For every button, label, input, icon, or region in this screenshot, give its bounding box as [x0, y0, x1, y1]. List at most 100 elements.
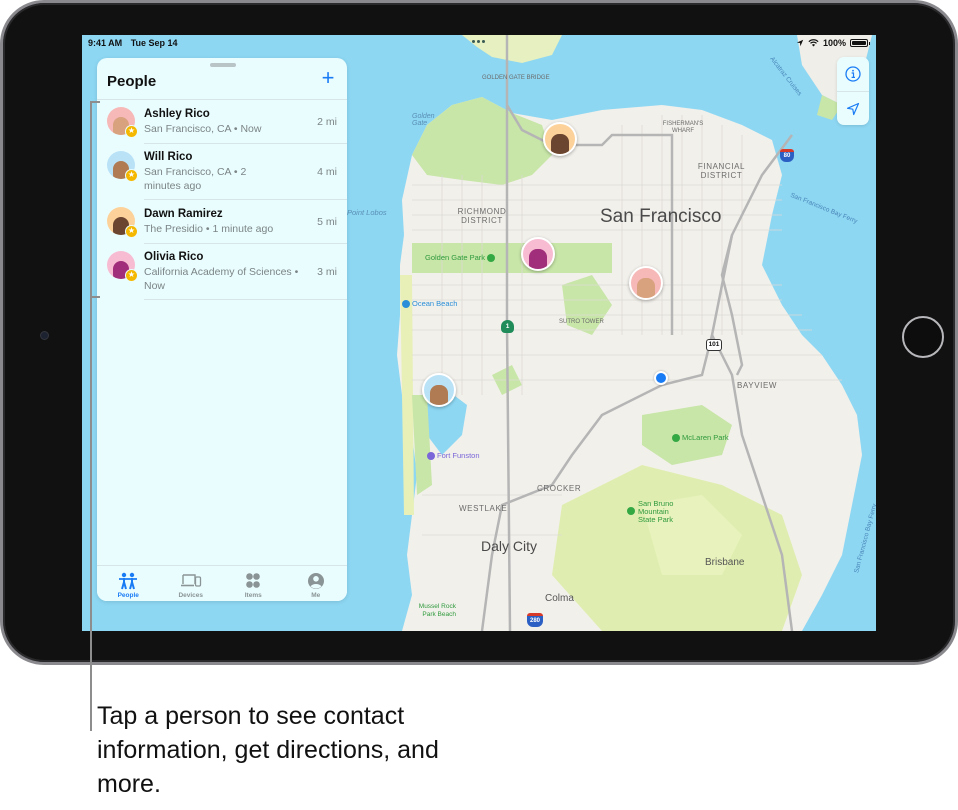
i80-shield: 80 [780, 149, 794, 162]
person-location: San Francisco, CA • Now [144, 123, 262, 135]
fort-funston-text: Fort Funston [437, 451, 480, 460]
person-row-dawn-ramirez[interactable]: ★ Dawn Ramirez The Presidio • 1 minute a… [97, 200, 347, 244]
tab-label: Devices [178, 592, 204, 599]
map-label-richmond-district: RICHMOND DISTRICT [457, 207, 507, 225]
map-label-fort-funston: Fort Funston [427, 451, 480, 461]
favorite-star-icon: ★ [125, 125, 138, 138]
person-name: Will Rico [144, 151, 193, 163]
callout-text: Tap a person to see contact information,… [97, 702, 439, 798]
map-label-golden-gate-bridge: GOLDEN GATE BRIDGE [482, 75, 550, 81]
status-time: 9:41 AM [88, 38, 123, 48]
callout-bracket-bottom [90, 296, 100, 298]
map-pin-will-rico[interactable] [422, 373, 456, 407]
person-location: California Academy of Sciences • Now [144, 266, 299, 292]
tab-label: People [117, 592, 139, 599]
map-label-brisbane: Brisbane [705, 557, 745, 568]
tab-items[interactable]: Items [222, 566, 285, 601]
person-distance: 2 mi [317, 115, 337, 128]
i280-shield: 280 [527, 613, 543, 627]
person-name: Ashley Rico [144, 108, 210, 120]
map-label-mclaren-park: McLaren Park [672, 433, 729, 443]
memoji-avatar [529, 249, 547, 269]
plus-icon: + [321, 65, 335, 90]
favorite-star-icon: ★ [125, 269, 138, 282]
location-arrow-icon [796, 39, 804, 47]
person-row-will-rico[interactable]: ★ Will Rico San Francisco, CA • 2 minute… [97, 144, 347, 200]
mclaren-park-text: McLaren Park [682, 433, 729, 442]
map-label-daly-city: Daly City [481, 538, 538, 554]
panel-grabber[interactable] [210, 63, 236, 67]
person-location: The Presidio • 1 minute ago [144, 223, 274, 235]
devices-icon [180, 574, 201, 587]
tab-people[interactable]: People [97, 566, 160, 601]
person-location: San Francisco, CA • 2 minutes ago [144, 166, 247, 192]
tab-bar: People Devices Items Me [97, 565, 347, 601]
star-poi-icon [427, 452, 435, 461]
map-label-bayview: BAYVIEW [737, 381, 778, 390]
status-bar: 9:41 AM Tue Sep 14 100% [82, 35, 876, 51]
person-name: Olivia Rico [144, 251, 204, 263]
map-label-golden-gate-park: Golden Gate Park [425, 253, 496, 263]
memoji-avatar [637, 278, 655, 298]
map-label-golden-gate: Golden Gate [412, 113, 435, 127]
person-row-ashley-rico[interactable]: ★ Ashley Rico San Francisco, CA • Now 2 … [97, 100, 347, 144]
map-label-san-francisco: San Francisco [600, 206, 722, 227]
memoji-avatar [430, 385, 448, 405]
person-distance: 5 mi [317, 215, 337, 228]
map-label-financial-district: FINANCIAL DISTRICT [697, 162, 746, 180]
tab-label: Me [311, 592, 321, 599]
tab-devices[interactable]: Devices [160, 566, 223, 601]
map-label-san-bruno: San Bruno Mountain State Park [627, 500, 687, 524]
beach-icon [402, 300, 410, 309]
info-icon [845, 66, 861, 82]
park-icon [487, 254, 496, 263]
map-pin-olivia-rico[interactable] [521, 237, 555, 271]
person-distance: 3 mi [317, 265, 337, 278]
memoji-avatar [551, 134, 569, 154]
map-pin-dawn-ramirez[interactable] [543, 122, 577, 156]
tab-label: Items [244, 592, 262, 599]
map-controls [837, 57, 869, 125]
people-icon [119, 572, 138, 590]
wifi-icon [808, 39, 819, 47]
map-label-mussel-rock: Mussel Rock Park Beach [418, 603, 456, 618]
items-icon [246, 573, 261, 588]
track-location-button[interactable] [837, 91, 869, 125]
status-date: Tue Sep 14 [130, 38, 178, 48]
person-distance: 4 mi [317, 165, 337, 178]
tab-me[interactable]: Me [285, 566, 348, 601]
battery-percent: 100% [822, 38, 846, 48]
people-list: ★ Ashley Rico San Francisco, CA • Now 2 … [97, 99, 347, 300]
map-label-colma: Colma [545, 593, 574, 604]
person-circle-icon [307, 573, 324, 589]
person-row-olivia-rico[interactable]: ★ Olivia Rico California Academy of Scie… [97, 244, 347, 300]
add-person-button[interactable]: + [317, 65, 339, 90]
callout-bracket-top [90, 101, 100, 103]
people-panel: People + ★ Ashley Rico San Francisco, CA… [97, 58, 347, 601]
front-camera [40, 331, 49, 340]
map-label-sutro-tower: SUTRO TOWER [559, 319, 604, 325]
park-icon [627, 507, 635, 515]
person-name: Dawn Ramirez [144, 208, 223, 220]
ocean-beach-text: Ocean Beach [412, 299, 458, 308]
current-location-dot [654, 371, 668, 385]
ca1-shield: 1 [501, 320, 514, 333]
map-label-point-lobos: Point Lobos [347, 208, 387, 217]
location-arrow-icon [846, 102, 860, 115]
map-label-fishermans-wharf: FISHERMAN'S WHARF [662, 121, 704, 134]
map-label-ocean-beach: Ocean Beach [402, 299, 458, 309]
map-label-westlake: WESTLAKE [459, 504, 508, 513]
us101-shield: 101 [706, 339, 722, 351]
home-button[interactable] [902, 316, 944, 358]
info-button[interactable] [837, 57, 869, 91]
san-bruno-text: San Bruno Mountain State Park [638, 499, 674, 524]
map-pin-ashley-rico[interactable] [629, 266, 663, 300]
callout-bracket-line [90, 101, 92, 731]
multitasking-icon[interactable] [472, 40, 485, 43]
favorite-star-icon: ★ [125, 169, 138, 182]
golden-gate-park-text: Golden Gate Park [425, 253, 486, 262]
favorite-star-icon: ★ [125, 225, 138, 238]
map-label-crocker: CROCKER [537, 484, 582, 493]
find-my-screen: GOLDEN GATE BRIDGE Golden Gate Alcatraz … [82, 35, 876, 631]
battery-icon [850, 39, 870, 47]
